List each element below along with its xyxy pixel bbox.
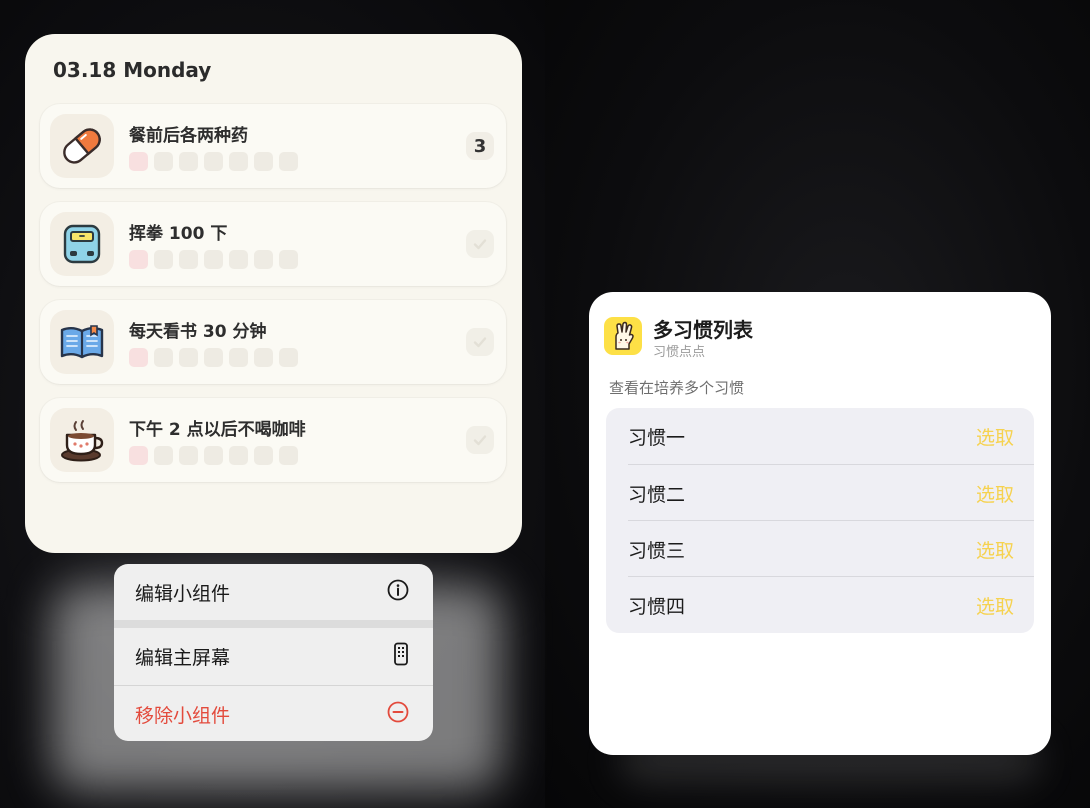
menu-item-label: 移除小组件: [135, 704, 231, 727]
progress-dot: [204, 446, 223, 465]
habit-card[interactable]: 餐前后各两种药 3: [40, 104, 506, 188]
choose-button[interactable]: 选取: [976, 592, 1014, 619]
widget-title: 多习惯列表: [653, 318, 753, 342]
progress-dot: [154, 348, 173, 367]
progress-dot: [204, 250, 223, 269]
habit-card[interactable]: 每天看书 30 分钟: [40, 300, 506, 384]
progress-dot: [254, 250, 273, 269]
menu-item-label: 编辑主屏幕: [135, 646, 231, 669]
habit-progress: [129, 152, 298, 171]
open-book-icon: [50, 310, 114, 374]
phone-device-icon: [393, 642, 409, 671]
choose-button[interactable]: 选取: [976, 480, 1014, 507]
progress-dot: [154, 152, 173, 171]
progress-dot: [129, 152, 148, 171]
progress-dot: [179, 250, 198, 269]
progress-dot: [204, 348, 223, 367]
habit-progress: [129, 446, 298, 465]
progress-dot: [179, 446, 198, 465]
menu-divider: [114, 620, 433, 628]
progress-dot: [129, 348, 148, 367]
list-item[interactable]: 习惯三 选取: [606, 521, 1034, 577]
raised-hand-icon: [604, 317, 642, 355]
habit-name: 下午 2 点以后不喝咖啡: [129, 420, 306, 440]
widget-subtitle: 习惯点点: [653, 345, 706, 360]
pill-capsule-icon: [50, 114, 114, 178]
progress-dot: [129, 446, 148, 465]
progress-dot: [279, 152, 298, 171]
menu-item-label: 编辑小组件: [135, 582, 231, 605]
progress-dot: [179, 348, 198, 367]
list-item[interactable]: 习惯二 选取: [606, 465, 1034, 521]
progress-dot: [254, 446, 273, 465]
choose-button[interactable]: 选取: [976, 423, 1014, 450]
progress-dot: [229, 152, 248, 171]
list-item[interactable]: 习惯一 选取: [606, 408, 1034, 464]
bathroom-scale-icon: [50, 212, 114, 276]
progress-dot: [229, 446, 248, 465]
section-label: 查看在培养多个习惯: [609, 379, 745, 397]
habit-widget[interactable]: 03.18 Monday 餐前后各两种药 3 挥拳 100 下 每天看书 30 …: [25, 34, 522, 553]
habit-list-widget[interactable]: 多习惯列表 习惯点点 查看在培养多个习惯 习惯一 选取 习惯二 选取 习惯三 选…: [589, 292, 1051, 755]
habit-card[interactable]: 挥拳 100 下: [40, 202, 506, 286]
habit-label: 习惯一: [628, 426, 686, 449]
habit-list: 习惯一 选取 习惯二 选取 习惯三 选取 习惯四 选取: [606, 408, 1034, 633]
progress-dot: [129, 250, 148, 269]
check-icon[interactable]: [466, 328, 494, 356]
progress-dot: [229, 348, 248, 367]
habit-progress: [129, 250, 298, 269]
progress-dot: [154, 446, 173, 465]
minus-circle-icon: [387, 701, 409, 728]
habit-name: 挥拳 100 下: [129, 224, 228, 244]
habit-count-badge[interactable]: 3: [466, 132, 494, 160]
coffee-cup-icon: [50, 408, 114, 472]
habit-name: 每天看书 30 分钟: [129, 322, 267, 342]
edit-home-screen-menu-item[interactable]: 编辑主屏幕: [114, 628, 433, 684]
progress-dot: [279, 446, 298, 465]
list-item[interactable]: 习惯四 选取: [606, 577, 1034, 633]
check-icon[interactable]: [466, 230, 494, 258]
habit-progress: [129, 348, 298, 367]
progress-dot: [179, 152, 198, 171]
progress-dot: [204, 152, 223, 171]
widget-date: 03.18 Monday: [53, 58, 212, 82]
habit-label: 习惯四: [628, 595, 686, 618]
progress-dot: [279, 250, 298, 269]
choose-button[interactable]: 选取: [976, 536, 1014, 563]
progress-dot: [229, 250, 248, 269]
progress-dot: [254, 348, 273, 367]
habit-label: 习惯三: [628, 539, 686, 562]
widget-context-menu: 编辑小组件 编辑主屏幕 移除小组件: [114, 564, 433, 741]
progress-dot: [154, 250, 173, 269]
info-circle-icon: [387, 579, 409, 606]
habit-label: 习惯二: [628, 483, 686, 506]
edit-widget-menu-item[interactable]: 编辑小组件: [114, 564, 433, 620]
progress-dot: [279, 348, 298, 367]
progress-dot: [254, 152, 273, 171]
habit-card[interactable]: 下午 2 点以后不喝咖啡: [40, 398, 506, 482]
check-icon[interactable]: [466, 426, 494, 454]
habit-name: 餐前后各两种药: [129, 126, 248, 146]
remove-widget-menu-item[interactable]: 移除小组件: [114, 686, 433, 741]
